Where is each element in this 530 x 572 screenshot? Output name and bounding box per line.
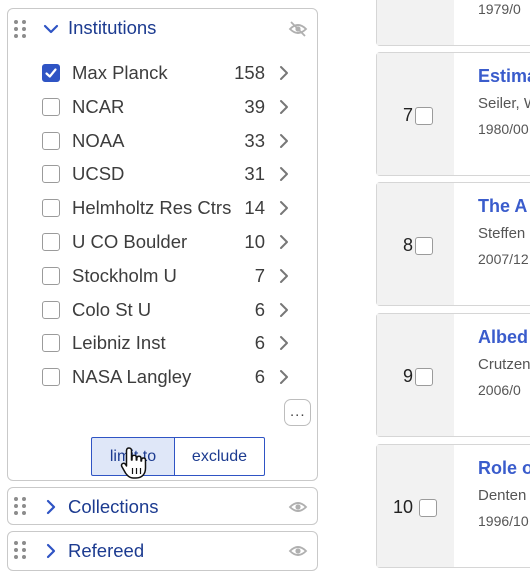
result-card: 9 Albed Crutzen 2006/0 [376,313,530,437]
facet-count: 14 [244,197,265,219]
facet-count: 7 [254,264,265,286]
facet-count: 6 [254,332,265,354]
facet-count: 158 [234,62,265,83]
facet-item[interactable]: Colo St U 6 [8,294,317,326]
facet-item[interactable]: Max Planck 158 [8,57,317,89]
result-number: 10 [392,497,413,517]
facet-checkbox[interactable] [42,334,60,353]
result-title-link[interactable]: Albed [478,327,528,348]
result-card: 7 Estima Seiler, W 1980/00 [376,52,530,176]
result-date: 1979/0 [478,1,521,17]
drag-handle-icon[interactable] [14,541,28,561]
chevron-right-icon[interactable] [277,233,291,251]
facet-count: 33 [244,129,265,151]
hand-pointer-icon [120,447,147,479]
facet-count: 31 [244,163,265,185]
chevron-right-icon[interactable] [277,64,291,82]
facet-item[interactable]: UCSD 31 [8,158,317,190]
facet-count: 6 [254,298,265,320]
drag-handle-icon[interactable] [14,20,28,40]
result-authors: Denten [478,487,527,504]
facet-item[interactable]: Helmholtz Res Ctrs 14 [8,192,317,224]
result-checkbox[interactable] [415,237,433,255]
chevron-right-icon[interactable] [277,267,291,285]
chevron-right-icon[interactable] [277,368,291,386]
refereed-facet-title[interactable]: Refereed [68,540,144,562]
collections-facet-header[interactable]: Collections [8,488,317,526]
more-options-button[interactable]: ... [284,399,311,426]
drag-handle-icon[interactable] [14,497,28,517]
result-card: 8 The A Steffen 2007/12 [376,182,530,306]
facet-count: 6 [254,366,265,388]
result-authors: Crutzen [478,356,530,373]
chevron-right-icon[interactable] [277,98,291,116]
facet-item[interactable]: Stockholm U 7 [8,260,317,292]
facet-item[interactable]: NOAA 33 [8,125,317,157]
result-number: 7 [402,105,413,125]
facet-label[interactable]: Max Planck [72,62,168,84]
eye-icon[interactable] [288,541,308,561]
chevron-right-icon[interactable] [41,497,61,517]
facet-checkbox[interactable] [42,266,60,285]
result-checkbox[interactable] [419,499,437,517]
facet-label[interactable]: U CO Boulder [72,231,187,253]
facet-label[interactable]: Stockholm U [72,265,177,287]
collections-facet-panel[interactable]: Collections [7,487,318,525]
chevron-right-icon[interactable] [277,132,291,150]
facet-checkbox[interactable] [42,165,60,184]
facet-checkbox[interactable] [42,368,60,387]
result-checkbox[interactable] [415,107,433,125]
eye-icon[interactable] [288,497,308,517]
refereed-facet-header[interactable]: Refereed [8,532,317,572]
facet-item[interactable]: Leibniz Inst 6 [8,327,317,359]
collections-facet-title[interactable]: Collections [68,496,159,518]
facet-label[interactable]: NASA Langley [72,366,191,388]
facet-label[interactable]: UCSD [72,163,124,185]
result-date: 1996/10 [478,513,529,529]
facet-count: 10 [244,231,265,252]
facet-checkbox[interactable] [42,233,60,251]
checkmark-icon [45,68,57,78]
institutions-facet-panel: Institutions Max Planck 158 NCAR 39 NOAA 33 UC… [7,8,318,481]
result-title-link[interactable]: The A [478,196,527,217]
result-number: 9 [402,366,413,386]
institutions-facet-header[interactable]: Institutions [8,9,317,49]
facet-checkbox[interactable] [42,300,60,319]
facet-label[interactable]: NOAA [72,130,124,152]
exclude-button[interactable]: exclude [174,437,265,476]
result-checkbox[interactable] [415,368,433,386]
facet-label[interactable]: Colo St U [72,299,151,321]
facet-label[interactable]: Helmholtz Res Ctrs [72,197,231,219]
result-date: 2006/0 [478,382,521,398]
result-number: 8 [402,235,413,255]
chevron-right-icon[interactable] [277,301,291,319]
chevron-right-icon[interactable] [41,541,61,561]
chevron-down-icon[interactable] [41,19,61,39]
refereed-facet-panel[interactable]: Refereed [7,531,318,571]
result-title-link[interactable]: Role o [478,458,530,479]
facet-label[interactable]: NCAR [72,96,124,118]
result-date: 2007/12 [478,251,529,267]
chevron-right-icon[interactable] [277,165,291,183]
result-index-column [377,0,454,45]
institutions-facet-title[interactable]: Institutions [68,17,156,39]
result-date: 1980/00 [478,121,529,137]
result-card: 1979/0 [376,0,530,46]
facet-item[interactable]: NASA Langley 6 [8,361,317,393]
result-title-link[interactable]: Estima [478,66,530,87]
result-authors: Steffen [478,225,526,242]
eye-slash-icon[interactable] [288,19,308,39]
result-authors: Seiler, W [478,95,530,112]
result-card: 10 Role o Denten 1996/10 [376,444,530,568]
facet-label[interactable]: Leibniz Inst [72,332,166,354]
facet-checkbox[interactable] [42,199,60,218]
chevron-right-icon[interactable] [277,199,291,217]
facet-checkbox[interactable] [42,97,60,116]
facet-checkbox[interactable] [42,131,60,150]
facet-count: 39 [244,95,265,117]
facet-item[interactable]: U CO Boulder 10 [8,226,317,258]
facet-item[interactable]: NCAR 39 [8,91,317,123]
chevron-right-icon[interactable] [277,334,291,352]
facet-checkbox[interactable] [42,64,60,82]
